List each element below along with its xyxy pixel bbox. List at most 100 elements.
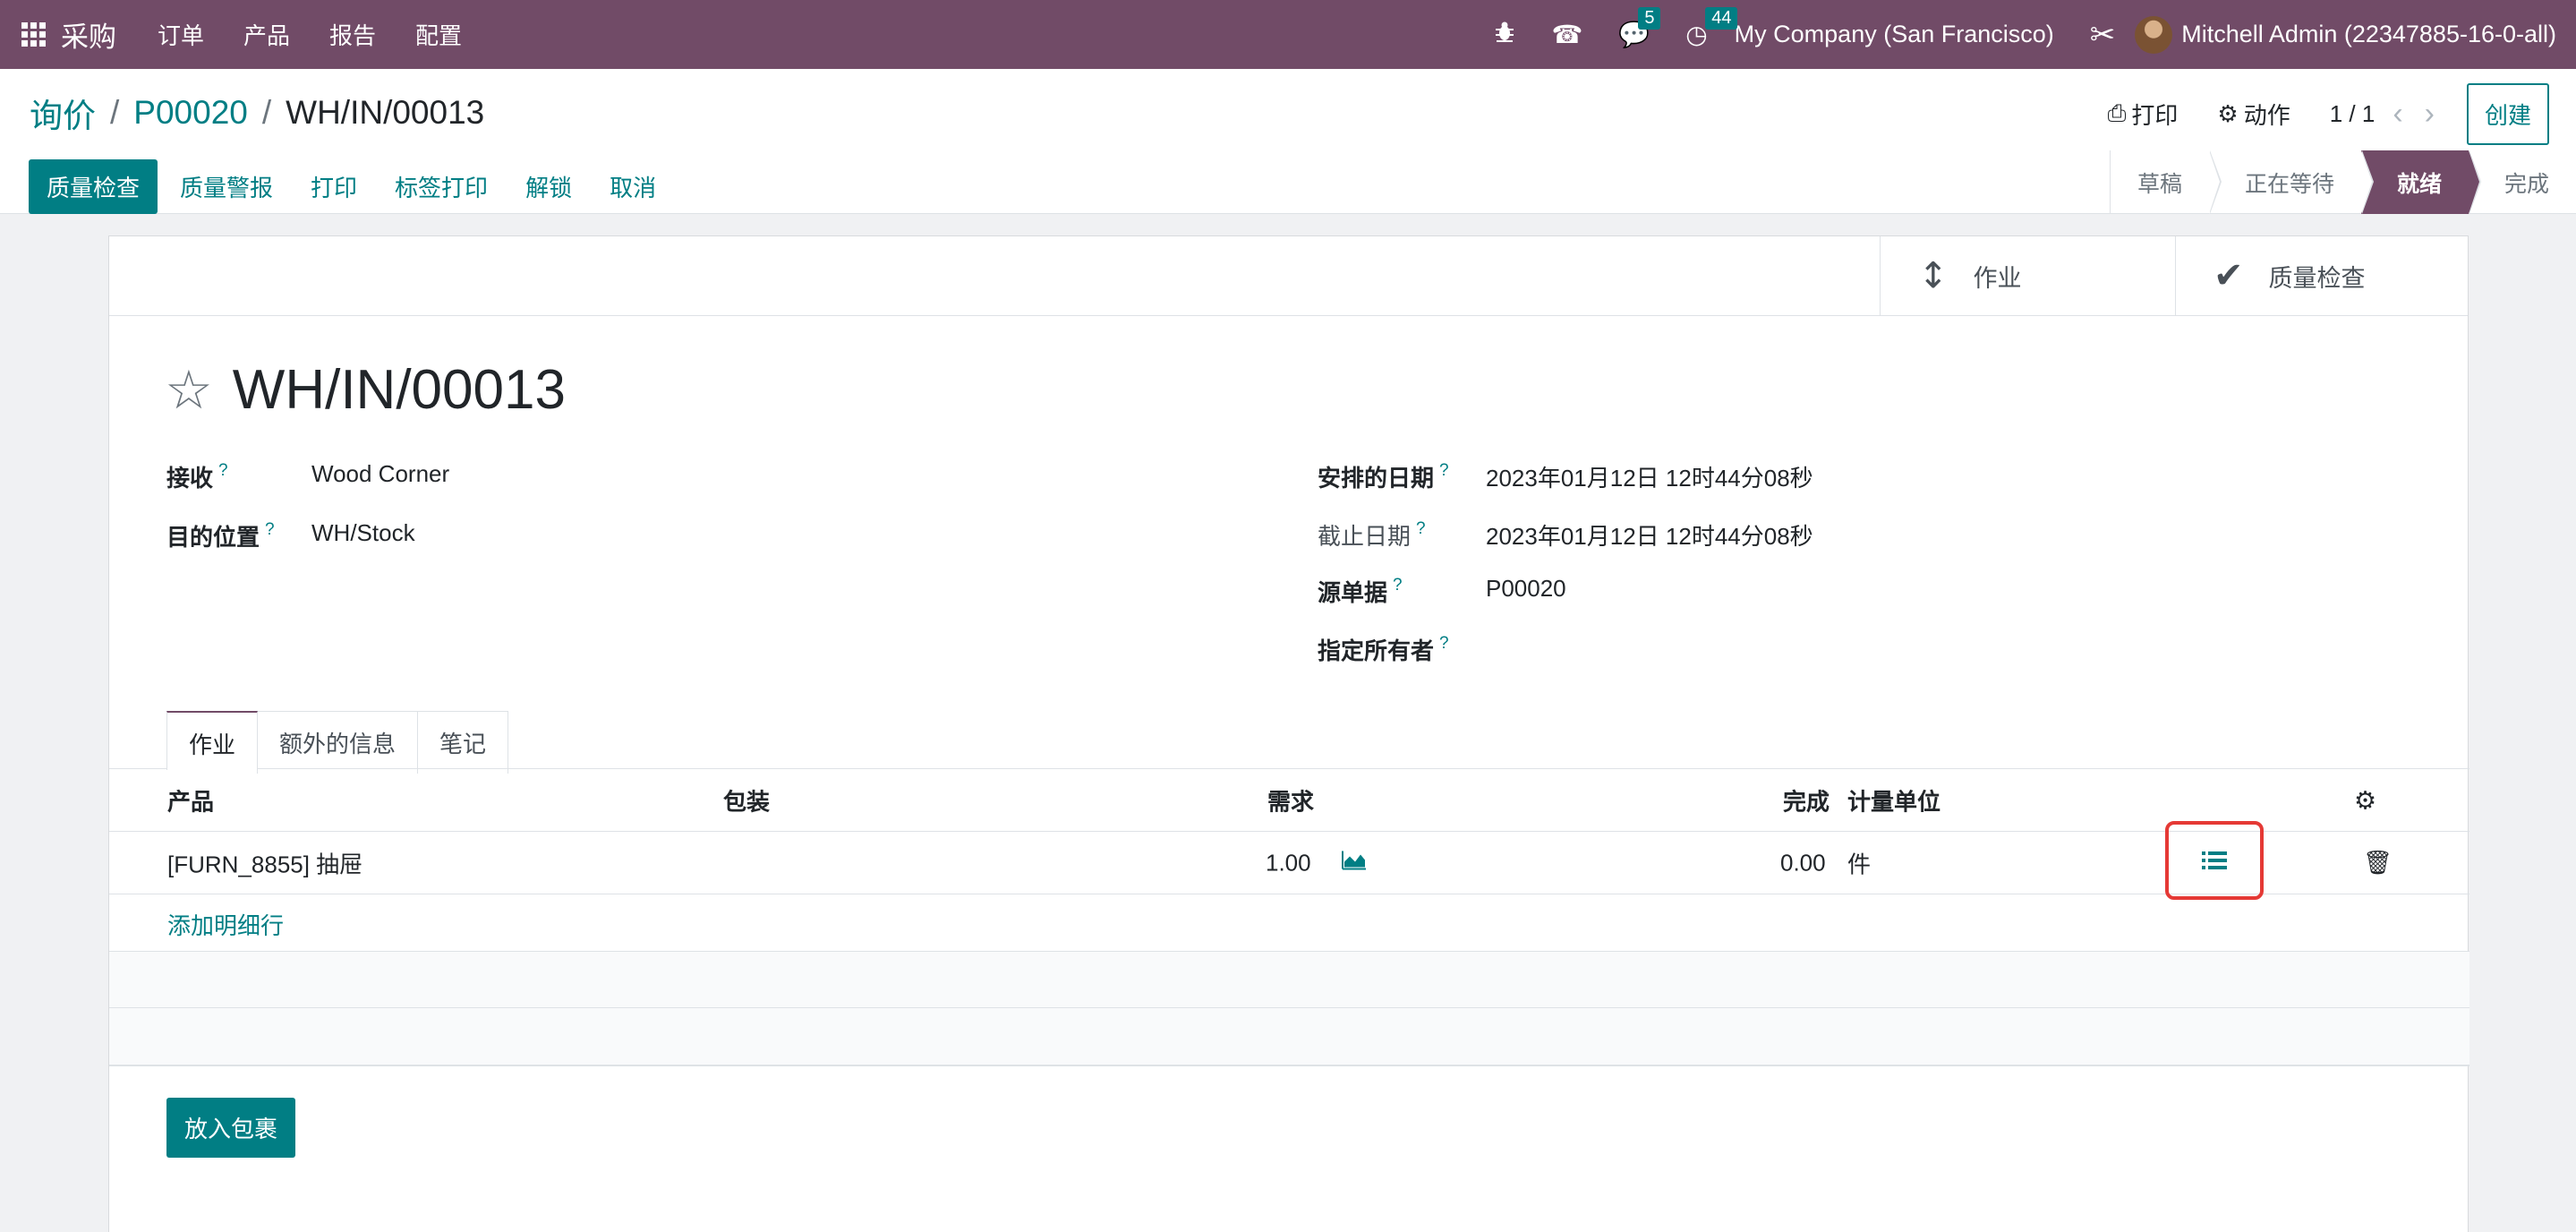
breadcrumb-rfq[interactable]: 询价 <box>30 89 96 137</box>
status-done[interactable]: 完成 <box>2469 150 2576 214</box>
label-print-button[interactable]: 标签打印 <box>381 159 501 214</box>
table-bottom-border <box>109 1065 2469 1066</box>
column-uom[interactable]: 计量单位 <box>1847 783 1941 817</box>
trash-icon[interactable]: 🗑 <box>2363 850 2393 877</box>
menu-configuration[interactable]: 配置 <box>415 18 462 51</box>
deadline-value: 2023年01月12日 12时44分08秒 <box>1486 523 1813 550</box>
status-ready[interactable]: 就绪 <box>2360 150 2482 214</box>
detailed-operations-list-icon[interactable] <box>2165 821 2264 900</box>
add-line-link[interactable]: 添加明细行 <box>167 908 284 941</box>
tab-additional-info[interactable]: 额外的信息 <box>257 711 419 774</box>
app-name[interactable]: 采购 <box>61 14 116 55</box>
notebook-tabs: 作业 额外的信息 笔记 <box>166 711 509 774</box>
source-document-value[interactable]: P00020 <box>1486 575 1566 603</box>
table-row[interactable]: [FURN_8855] 抽屉 1.00 0.00 件 🗑 <box>109 832 2469 894</box>
receive-from-field: 接收 ? Wood Corner <box>166 460 449 493</box>
breadcrumb-separator: / <box>261 94 272 131</box>
check-icon: ✔ <box>2213 255 2244 296</box>
record-title-row: ☆ WH/IN/00013 <box>165 358 566 422</box>
user-avatar[interactable] <box>2135 15 2173 54</box>
scheduled-date-value[interactable]: 2023年01月12日 12时44分08秒 <box>1486 460 1813 493</box>
chat-icon[interactable]: 💬 5 <box>1618 7 1661 49</box>
user-menu[interactable]: Mitchell Admin (22347885-16-0-all) <box>2181 21 2556 48</box>
chat-count-badge: 5 <box>1638 7 1661 30</box>
help-icon[interactable]: ? <box>1439 634 1449 654</box>
tab-operations[interactable]: 作业 <box>166 711 259 770</box>
gear-icon: ⚙ <box>2217 100 2239 128</box>
cancel-button[interactable]: 取消 <box>596 159 670 214</box>
action-buttons: 质量检查 质量警报 打印 标签打印 解锁 取消 <box>29 159 680 214</box>
column-product[interactable]: 产品 <box>167 783 214 817</box>
source-document-label: 源单据 <box>1318 579 1388 606</box>
activity-clock-icon[interactable]: ◷ 44 <box>1685 7 1738 49</box>
operations-smart-label: 作业 <box>1973 264 2022 292</box>
form-sheet: ↕ 作业 ✔ 质量检查 ☆ WH/IN/00013 接收 ? Wood Corn… <box>108 235 2469 1232</box>
tab-notes[interactable]: 笔记 <box>417 711 509 774</box>
quality-check-button[interactable]: 质量检查 <box>29 159 158 214</box>
unlock-button[interactable]: 解锁 <box>512 159 585 214</box>
status-waiting[interactable]: 正在等待 <box>2209 150 2374 214</box>
column-demand[interactable]: 需求 <box>1267 783 1314 817</box>
print-button[interactable]: 打印 <box>297 159 371 214</box>
breadcrumb-current: WH/IN/00013 <box>286 94 485 131</box>
assign-owner-field: 指定所有者 ? <box>1318 633 1449 666</box>
print-dropdown-label: 打印 <box>2131 102 2179 129</box>
quality-checks-smart-label: 质量检查 <box>2268 264 2366 292</box>
menu-products[interactable]: 产品 <box>243 18 290 51</box>
control-right: ⎙ 打印 ⚙ 动作 1 / 1 ‹ › 创建 <box>2108 83 2549 145</box>
empty-table-row <box>109 951 2469 1008</box>
action-dropdown-label: 动作 <box>2243 102 2290 129</box>
control-panel: 询价 / P00020 / WH/IN/00013 ⎙ 打印 ⚙ 动作 1 / … <box>0 69 2576 214</box>
breadcrumb-po[interactable]: P00020 <box>133 94 248 132</box>
breadcrumb-separator: / <box>110 94 120 131</box>
help-icon[interactable]: ? <box>1416 519 1426 539</box>
destination-field: 目的位置 ? WH/Stock <box>166 519 415 552</box>
quality-alert-button[interactable]: 质量警报 <box>166 159 286 214</box>
scheduled-date-label: 安排的日期 <box>1318 465 1435 492</box>
status-draft[interactable]: 草稿 <box>2111 150 2222 214</box>
action-dropdown[interactable]: ⚙ 动作 <box>2217 98 2290 131</box>
deadline-field: 截止日期 ? 2023年01月12日 12时44分08秒 <box>1318 518 1813 552</box>
help-icon[interactable]: ? <box>1439 461 1449 481</box>
row-product[interactable]: [FURN_8855] 抽屉 <box>167 846 363 879</box>
pager-next-icon[interactable]: › <box>2425 97 2435 132</box>
optional-columns-icon[interactable]: ⚙ <box>2354 785 2376 815</box>
destination-value[interactable]: WH/Stock <box>311 519 415 547</box>
print-dropdown[interactable]: ⎙ 打印 <box>2108 98 2179 131</box>
row-uom[interactable]: 件 <box>1847 846 1871 879</box>
help-icon[interactable]: ? <box>265 520 275 540</box>
status-bar: 草稿 正在等待 就绪 完成 <box>2109 150 2576 214</box>
apps-menu-icon[interactable] <box>21 21 47 47</box>
scheduled-date-field: 安排的日期 ? 2023年01月12日 12时44分08秒 <box>1318 460 1813 493</box>
phone-icon[interactable]: ☎ <box>1551 20 1582 49</box>
star-icon[interactable]: ☆ <box>165 359 213 422</box>
row-done[interactable]: 0.00 <box>1780 849 1826 877</box>
column-packaging[interactable]: 包装 <box>723 783 770 817</box>
row-demand[interactable]: 1.00 <box>1266 849 1311 877</box>
help-icon[interactable]: ? <box>218 461 228 481</box>
activity-count-badge: 44 <box>1705 7 1738 30</box>
menu-orders[interactable]: 订单 <box>158 18 204 51</box>
receive-from-value[interactable]: Wood Corner <box>311 460 449 488</box>
quality-checks-smart-button[interactable]: ✔ 质量检查 <box>2175 236 2469 315</box>
navbar-systray: ☎ 💬 5 ◷ 44 My Company (San Francisco) ✂ Mi… <box>1494 0 2576 69</box>
create-button[interactable]: 创建 <box>2466 83 2549 145</box>
forecast-chart-icon[interactable] <box>1341 849 1368 877</box>
vertical-arrows-icon: ↕ <box>1918 255 1949 296</box>
menu-reporting[interactable]: 报告 <box>329 18 376 51</box>
operations-table-header: 产品 包装 需求 完成 计量单位 ⚙ <box>109 769 2469 832</box>
company-switcher[interactable]: My Company (San Francisco) <box>1735 21 2054 48</box>
source-document-field: 源单据 ? P00020 <box>1318 575 1566 608</box>
help-icon[interactable]: ? <box>1393 576 1403 595</box>
debug-bug-icon[interactable] <box>1494 20 1515 49</box>
operations-smart-button[interactable]: ↕ 作业 <box>1880 236 2175 315</box>
deadline-label: 截止日期 <box>1318 523 1412 550</box>
put-in-pack-button[interactable]: 放入包裹 <box>166 1098 296 1158</box>
receive-from-label: 接收 <box>166 465 214 492</box>
tools-icon[interactable]: ✂ <box>2090 17 2116 53</box>
pager-previous-icon[interactable]: ‹ <box>2393 97 2402 132</box>
destination-label: 目的位置 <box>166 524 260 551</box>
column-done[interactable]: 完成 <box>1783 783 1830 817</box>
breadcrumb: 询价 / P00020 / WH/IN/00013 <box>30 89 484 137</box>
pager-value[interactable]: 1 / 1 <box>2330 100 2376 128</box>
